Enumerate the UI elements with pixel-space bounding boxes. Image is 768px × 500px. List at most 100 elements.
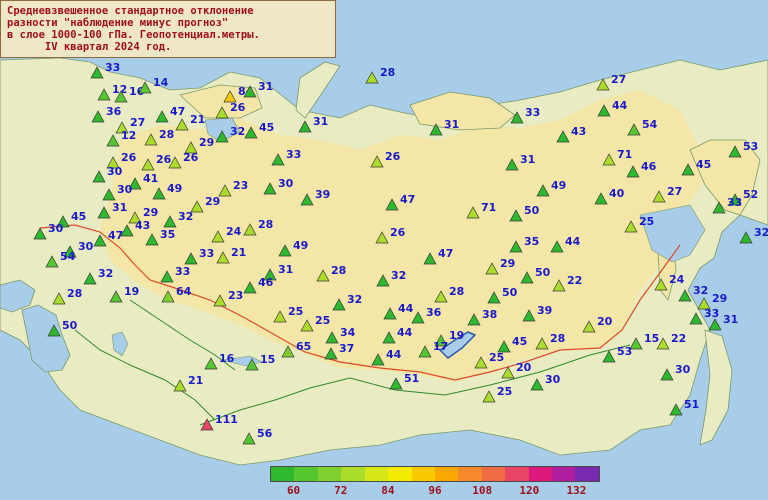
station-value-label: 25 xyxy=(288,305,303,318)
station-value-label: 35 xyxy=(524,235,539,248)
station-value-label: 17 xyxy=(433,340,448,353)
station-value-label: 28 xyxy=(380,66,395,79)
station-value-label: 31 xyxy=(258,80,273,93)
station-value-label: 39 xyxy=(537,304,552,317)
legend-swatch xyxy=(341,467,365,481)
legend-swatch xyxy=(481,467,506,481)
station-value-label: 50 xyxy=(524,204,540,217)
station-value-label: 31 xyxy=(313,115,328,128)
station-value-label: 45 xyxy=(71,210,86,223)
station-value-label: 28 xyxy=(449,285,464,298)
station-value-label: 33 xyxy=(704,307,719,320)
station-value-label: 22 xyxy=(671,332,686,345)
station-value-label: 53 xyxy=(743,140,758,153)
station-value-label: 28 xyxy=(159,128,174,141)
title-line-4: IV квартал 2024 год. xyxy=(7,41,172,53)
station-value-label: 51 xyxy=(404,372,419,385)
station-value-label: 31 xyxy=(520,153,535,166)
station-value-label: 37 xyxy=(339,342,354,355)
station-value-label: 71 xyxy=(481,201,496,214)
legend-label: 96 xyxy=(428,484,442,497)
station-value-label: 32 xyxy=(178,210,193,223)
station-value-label: 46 xyxy=(641,160,657,173)
station-value-label: 33 xyxy=(105,61,120,74)
station-value-label: 29 xyxy=(712,292,727,305)
station-value-label: 54 xyxy=(642,118,658,131)
station-value-label: 33 xyxy=(199,247,214,260)
station-value-label: 36 xyxy=(106,105,122,118)
station-value-label: 20 xyxy=(516,361,532,374)
station-value-label: 50 xyxy=(62,319,78,332)
station-value-label: 64 xyxy=(176,285,192,298)
station-value-label: 14 xyxy=(153,76,169,89)
legend-swatch xyxy=(552,467,576,481)
station-value-label: 50 xyxy=(535,266,551,279)
legend-swatch xyxy=(364,467,389,481)
station-value-label: 27 xyxy=(667,185,682,198)
legend-label: 132 xyxy=(566,484,587,497)
station-value-label: 45 xyxy=(696,158,711,171)
title-line-3: в слое 1000-100 гПа. Геопотенциал.метры. xyxy=(7,29,260,41)
station-value-label: 38 xyxy=(482,308,497,321)
color-scale-legend xyxy=(270,466,600,482)
station-value-label: 28 xyxy=(67,287,82,300)
station-value-label: 47 xyxy=(170,105,185,118)
station-value-label: 71 xyxy=(617,148,632,161)
station-value-label: 33 xyxy=(525,106,540,119)
station-value-label: 32 xyxy=(347,293,362,306)
station-value-label: 51 xyxy=(684,398,699,411)
station-value-label: 15 xyxy=(644,332,659,345)
title-line-1: Средневзвешенное стандартное отклонение xyxy=(7,5,254,17)
station-value-label: 30 xyxy=(278,177,294,190)
station-value-label: 29 xyxy=(199,136,214,149)
station-value-label: 23 xyxy=(228,289,243,302)
station-value-label: 30 xyxy=(107,165,123,178)
station-value-label: 47 xyxy=(400,193,415,206)
station-value-label: 27 xyxy=(130,116,145,129)
station-value-label: 21 xyxy=(231,246,246,259)
station-value-label: 32 xyxy=(98,267,113,280)
station-value-label: 32 xyxy=(754,226,768,239)
station-value-label: 111 xyxy=(215,413,238,426)
station-value-label: 30 xyxy=(78,240,94,253)
station-value-label: 21 xyxy=(190,113,205,126)
legend-swatch xyxy=(294,467,318,481)
station-value-label: 23 xyxy=(233,179,248,192)
station-value-label: 46 xyxy=(258,276,274,289)
station-value-label: 26 xyxy=(385,150,401,163)
legend-swatch xyxy=(575,467,599,481)
station-value-label: 31 xyxy=(723,313,738,326)
station-value-label: 15 xyxy=(260,353,275,366)
station-value-label: 32 xyxy=(230,125,245,138)
title-line-2: разности "наблюдение минус прогноз" xyxy=(7,17,229,29)
legend-swatch xyxy=(505,467,529,481)
station-value-label: 47 xyxy=(438,247,453,260)
station-value-label: 65 xyxy=(296,340,311,353)
map-title-box: Средневзвешенное стандартное отклонение … xyxy=(0,0,336,58)
legend-swatch xyxy=(411,467,435,481)
station-value-label: 34 xyxy=(340,326,356,339)
station-value-label: 44 xyxy=(398,302,414,315)
station-value-label: 26 xyxy=(390,226,406,239)
station-value-label: 21 xyxy=(188,374,203,387)
station-value-label: 43 xyxy=(135,219,150,232)
station-value-label: 25 xyxy=(315,314,330,327)
station-value-label: 25 xyxy=(497,385,512,398)
station-value-label: 28 xyxy=(550,332,565,345)
station-value-label: 30 xyxy=(117,183,133,196)
station-value-label: 32 xyxy=(693,284,708,297)
station-value-label: 28 xyxy=(258,218,273,231)
station-value-label: 30 xyxy=(675,363,691,376)
station-value-label: 44 xyxy=(386,348,402,361)
station-value-label: 30 xyxy=(545,373,561,386)
legend-swatch xyxy=(388,467,412,481)
station-value-label: 26 xyxy=(183,151,199,164)
station-value-label: 12 xyxy=(121,129,136,142)
station-value-label: 29 xyxy=(500,257,515,270)
station-value-label: 40 xyxy=(609,187,625,200)
legend-label: 72 xyxy=(334,484,348,497)
station-value-label: 25 xyxy=(489,351,504,364)
station-value-label: 41 xyxy=(143,172,158,185)
station-value-label: 50 xyxy=(502,286,518,299)
station-value-label: 27 xyxy=(611,73,626,86)
